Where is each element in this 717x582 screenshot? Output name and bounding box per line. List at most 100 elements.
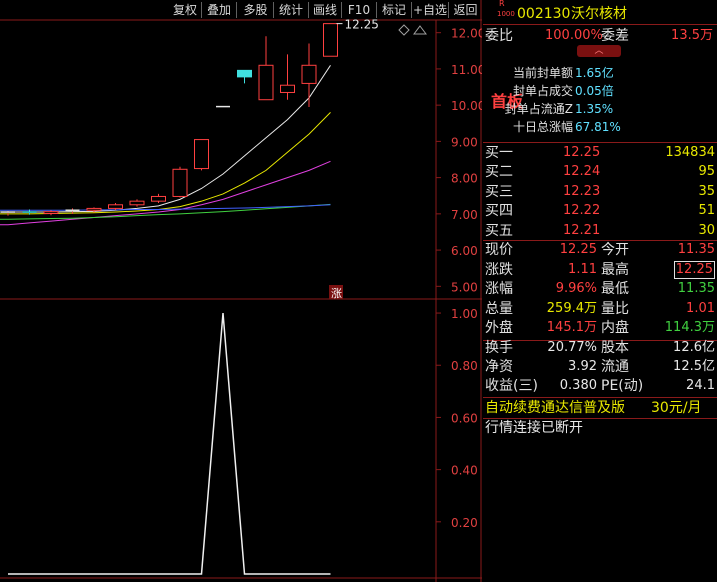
seal-info-value: 0.05倍 <box>575 84 614 98</box>
ad-price[interactable]: 30元/月 <box>651 398 702 418</box>
candle-body <box>280 84 295 93</box>
seal-info-value: 67.81% <box>575 120 621 134</box>
triangle-icon <box>413 25 427 35</box>
y-tick-label: 12.00 <box>451 27 482 41</box>
ad-text[interactable]: 自动续费通达信普及版 <box>485 398 625 418</box>
bid-label: 买五 <box>485 222 513 239</box>
fund-label: 换手 <box>485 340 513 356</box>
toolbar-button-8[interactable]: 返回 <box>449 0 482 20</box>
toolbar-button-1[interactable]: 叠加 <box>202 0 236 20</box>
quote-label: 总量 <box>485 300 513 317</box>
candle-body <box>258 64 274 101</box>
quote-value: 145.1万 <box>546 320 597 336</box>
toolbar-button-6[interactable]: 标记 <box>377 0 411 20</box>
diamond-icon <box>398 24 410 36</box>
bid-price: 12.24 <box>563 164 601 180</box>
quote-label: 最低 <box>601 281 629 298</box>
fund-value: 20.77% <box>547 340 597 355</box>
candle-body <box>301 64 317 84</box>
bid-row[interactable]: 买二 12.24 95 <box>483 162 717 182</box>
bid-row[interactable]: 买五 12.21 30 <box>483 221 717 241</box>
fund-label: 收益(三) <box>485 378 538 394</box>
bid-volume: 35 <box>698 183 715 199</box>
y-tick-label: 6.00 <box>451 244 478 258</box>
y-tick-label: 0.80 <box>451 359 478 373</box>
quote-value: 114.3万 <box>664 320 715 336</box>
y-tick-label: 0.20 <box>451 516 478 530</box>
quote-value: 11.35 <box>677 242 715 257</box>
seal-info-row: 十日总涨幅 67.81% <box>483 118 717 136</box>
quote-value: 1.01 <box>686 300 715 316</box>
bid-row[interactable]: 买三 12.23 35 <box>483 182 717 202</box>
y-tick-label: 5.00 <box>451 280 478 294</box>
quote-row: 涨跌 1.11 最高 12.25 <box>483 260 717 280</box>
quote-label: 现价 <box>485 242 513 258</box>
bid-row[interactable]: 买一 12.25 134834 <box>483 143 717 163</box>
weibi-label: 委比 <box>485 28 513 44</box>
fund-label: PE(动) <box>601 378 644 394</box>
quote-label: 内盘 <box>601 320 629 337</box>
candle-body <box>129 200 145 206</box>
quote-value: 12.25 <box>673 260 715 279</box>
bid-volume: 134834 <box>665 145 715 160</box>
quote-panel: R 1000 002130 沃尔核材 委比 100.00% 委差 13.5万 ︿… <box>483 0 717 582</box>
fund-value: 24.1 <box>686 378 715 393</box>
y-tick-label: 7.00 <box>451 208 478 222</box>
bid-price: 12.21 <box>563 222 601 238</box>
toolbar-button-0[interactable]: 复权 <box>164 0 206 20</box>
fund-label: 股本 <box>601 340 629 356</box>
limit-up-badge-label: 涨 <box>331 287 342 300</box>
quote-value: 1.11 <box>568 261 597 277</box>
candle-body <box>237 69 252 78</box>
bid-price: 12.23 <box>563 183 601 199</box>
quote-label: 今开 <box>601 242 629 258</box>
toolbar-button-7[interactable]: +自选 <box>412 0 448 20</box>
bid-volume: 30 <box>698 222 715 238</box>
toolbar-button-4[interactable]: 画线 <box>309 0 341 20</box>
candle-body <box>151 195 166 202</box>
y-tick-label: 10.00 <box>451 99 482 113</box>
bid-label: 买一 <box>485 145 513 161</box>
bid-price: 12.22 <box>563 203 601 219</box>
fund-label: 净资 <box>485 359 513 375</box>
quote-label: 外盘 <box>485 320 513 337</box>
seal-info-row: 封单占流通Z 1.35% <box>483 100 717 118</box>
toolbar-button-2[interactable]: 多股 <box>237 0 274 20</box>
quote-row: 外盘 145.1万 内盘 114.3万 <box>483 318 717 338</box>
y-tick-label: 11.00 <box>451 63 482 77</box>
fund-value: 12.5亿 <box>673 359 715 374</box>
seal-info-label: 当前封单额 <box>512 66 573 80</box>
y-tick-label: 8.00 <box>451 172 478 186</box>
ad-row[interactable]: 自动续费通达信普及版 30元/月 <box>483 398 717 418</box>
y-tick-label: 0.60 <box>451 411 478 425</box>
chart-area[interactable]: 12.0011.0010.009.008.007.006.005.0012.25… <box>0 0 482 582</box>
y-tick-label: 0.40 <box>451 464 478 478</box>
bid-row[interactable]: 买四 12.22 51 <box>483 201 717 221</box>
quote-value: 12.25 <box>559 242 597 257</box>
candle-body <box>108 204 123 209</box>
candle-body <box>323 23 338 57</box>
candle-body <box>172 168 188 197</box>
ma-line-2 <box>0 160 331 226</box>
badge-bottom: 1000 <box>497 10 515 18</box>
quote-value: 11.35 <box>677 281 715 297</box>
quote-label: 最高 <box>601 261 629 278</box>
connection-status: 行情连接已断开 <box>485 420 583 436</box>
weicha-value: 13.5万 <box>671 28 713 43</box>
toolbar-button-5[interactable]: F10 <box>342 0 376 20</box>
fundamental-row: 换手 20.77% 股本 12.6亿 <box>483 338 717 358</box>
seal-info-row: 当前封单额 1.65亿 <box>483 64 717 82</box>
toolbar-button-3[interactable]: 统计 <box>274 0 308 20</box>
candle-body <box>86 207 102 211</box>
quote-label: 量比 <box>601 300 629 317</box>
y-tick-label: 1.00 <box>451 307 478 321</box>
bid-label: 买二 <box>485 164 513 181</box>
quote-label: 涨跌 <box>485 261 513 278</box>
bid-price: 12.25 <box>563 145 601 160</box>
seal-info-label: 十日总涨幅 <box>512 120 573 134</box>
stock-header: R 1000 002130 沃尔核材 <box>483 0 717 26</box>
seal-info-label: 封单占流通Z <box>504 102 573 116</box>
collapse-toggle[interactable]: ︿ <box>577 45 621 57</box>
quote-value: 9.96% <box>555 281 597 297</box>
seal-info-label: 封单占成交 <box>512 84 573 98</box>
